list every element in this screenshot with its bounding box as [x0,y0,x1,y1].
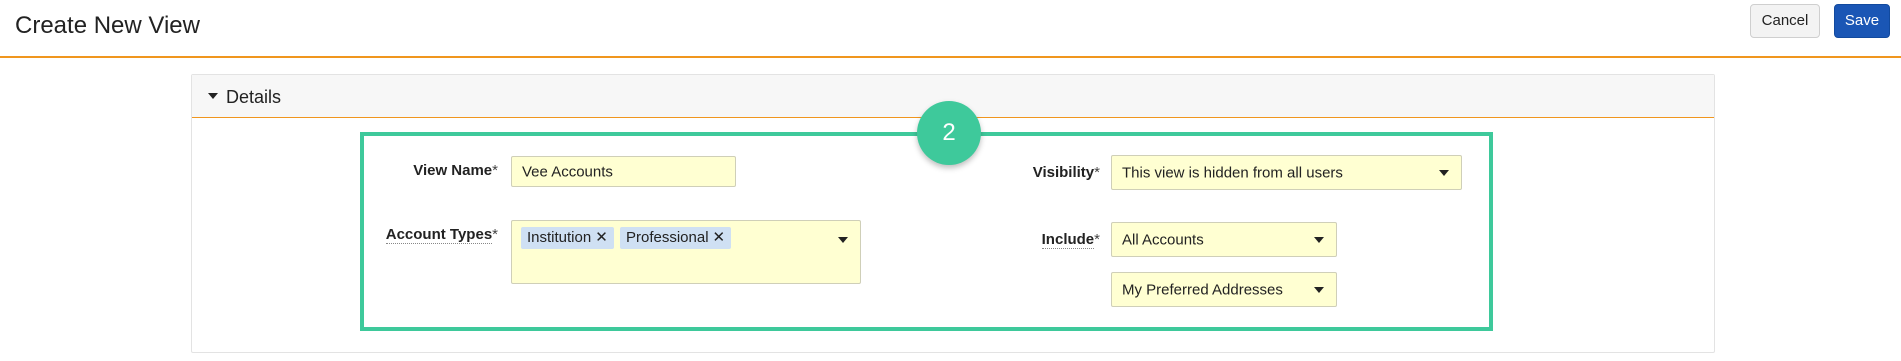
visibility-label: Visibility* [1000,164,1100,181]
account-types-label-text: Account Types [385,226,493,244]
cancel-button[interactable]: Cancel [1750,4,1820,38]
close-icon[interactable]: ✕ [713,229,726,246]
include-secondary-value: My Preferred Addresses [1122,281,1283,298]
tag-label: Institution [527,229,592,246]
visibility-label-text: Visibility [1032,164,1095,181]
step-badge: 2 [917,101,981,165]
chevron-down-icon[interactable] [1314,236,1324,243]
tag-label: Professional [626,229,709,246]
account-types-label: Account Types* [370,226,498,244]
include-select[interactable]: All Accounts [1111,222,1337,257]
visibility-select[interactable]: This view is hidden from all users [1111,155,1462,190]
view-name-label: View Name* [380,162,498,179]
save-button[interactable]: Save [1834,4,1890,38]
chevron-down-icon[interactable] [1439,169,1449,176]
include-secondary-select[interactable]: My Preferred Addresses [1111,272,1337,307]
include-value: All Accounts [1122,231,1204,248]
include-label-text: Include [1041,231,1095,249]
page-title: Create New View [15,12,200,39]
close-icon[interactable]: ✕ [595,229,608,246]
tag-institution: Institution ✕ [521,227,614,249]
include-label: Include* [1000,231,1100,249]
view-name-value: Vee Accounts [522,163,613,180]
view-name-field[interactable]: Vee Accounts [511,156,736,187]
section-title: Details [226,87,282,107]
caret-down-icon[interactable] [208,93,218,99]
required-marker: * [492,226,498,243]
view-name-label-text: View Name [413,162,493,179]
required-marker: * [1094,231,1100,248]
required-marker: * [1094,164,1100,181]
tag-professional: Professional ✕ [620,227,732,249]
chevron-down-icon[interactable] [1314,286,1324,293]
chevron-down-icon[interactable] [838,237,848,243]
page-header: Create New View Cancel Save [0,0,1901,58]
required-marker: * [492,162,498,179]
account-types-field[interactable]: Institution ✕ Professional ✕ [511,220,861,284]
visibility-value: This view is hidden from all users [1122,164,1343,181]
